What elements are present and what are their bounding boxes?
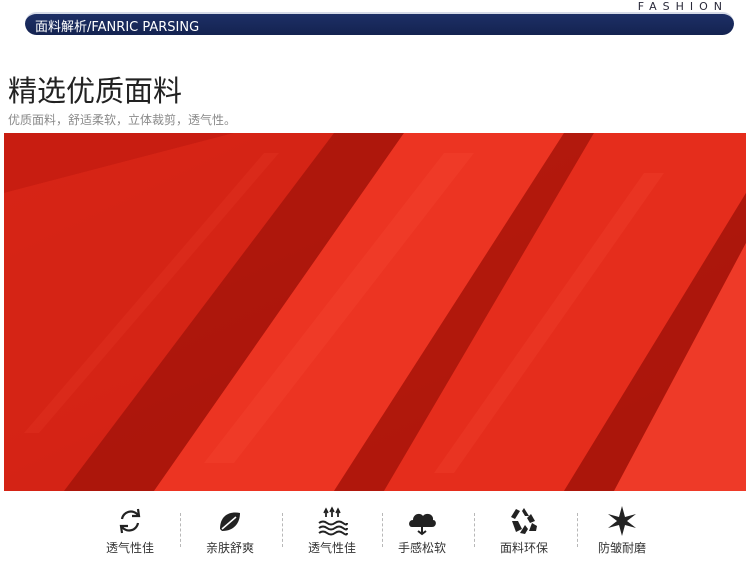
feature-skin-friendly: 亲肤舒爽 — [180, 495, 280, 575]
page-subtitle: 优质面料，舒适柔软，立体裁剪，透气性。 — [8, 113, 237, 127]
fabric-photo — [4, 133, 746, 491]
feature-label: 防皱耐磨 — [597, 541, 646, 555]
recycle-arrows-icon — [119, 508, 141, 534]
feature-breathable-1: 透气性佳 — [80, 495, 180, 575]
section-banner: 面料解析/FANRIC PARSING — [25, 12, 734, 35]
feature-label: 透气性佳 — [105, 541, 154, 555]
feature-soft-touch: 手感松软 — [372, 495, 472, 575]
feature-label: 面料环保 — [499, 541, 548, 555]
feature-label: 手感松软 — [397, 541, 446, 555]
star-icon — [608, 506, 636, 536]
feature-breathable-2: 透气性佳 — [282, 495, 382, 575]
banner-title: 面料解析/FANRIC PARSING — [35, 20, 200, 35]
cloud-icon — [409, 513, 436, 536]
feature-label: 亲肤舒爽 — [205, 541, 254, 555]
feature-eco-fabric: 面料环保 — [474, 495, 574, 575]
feature-wrinkle-resistant: 防皱耐磨 — [572, 495, 672, 575]
recycle-icon — [511, 508, 537, 534]
waves-icon — [318, 506, 348, 536]
fabric-image — [4, 133, 746, 491]
feature-label: 透气性佳 — [307, 541, 356, 555]
page-title: 精选优质面料 — [8, 74, 183, 108]
feature-row: 透气性佳 亲肤舒爽 透气性佳 手感松软 面料环保 防皱耐磨 — [0, 495, 750, 575]
leaf-icon — [220, 512, 240, 531]
